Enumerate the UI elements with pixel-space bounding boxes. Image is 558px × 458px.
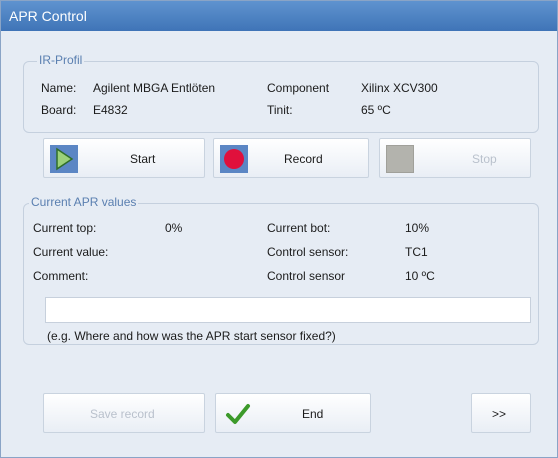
- apr-control-window: APR Control IR-Profil Name: Agilent MBGA…: [0, 0, 558, 458]
- record-button[interactable]: Record: [213, 138, 369, 178]
- control-sensor-value: TC1: [405, 245, 428, 259]
- comment-label: Comment:: [33, 269, 89, 283]
- save-record-button[interactable]: Save record: [43, 393, 205, 433]
- current-top-value: 0%: [165, 221, 183, 235]
- current-top-label: Current top:: [33, 221, 97, 235]
- gray-square-icon: [386, 145, 414, 173]
- name-label: Name:: [41, 81, 77, 95]
- red-circle-icon: [220, 145, 248, 173]
- end-button[interactable]: End: [215, 393, 371, 433]
- apr-values-group-label: Current APR values: [29, 195, 139, 209]
- save-record-button-label: Save record: [90, 407, 155, 421]
- start-button-label: Start: [130, 152, 156, 166]
- next-button-label: >>: [492, 407, 507, 421]
- name-value: Agilent MBGA Entlöten: [93, 81, 216, 95]
- ir-profile-group: [23, 61, 539, 133]
- checkmark-icon: [224, 400, 252, 428]
- tinit-value: 65 ºC: [361, 103, 391, 117]
- control-sensor-temp-value: 10 ºC: [405, 269, 435, 283]
- current-value-label: Current value:: [33, 245, 109, 259]
- control-sensor-label: Control sensor:: [267, 245, 349, 259]
- ir-profile-group-label: IR-Profil: [37, 53, 85, 67]
- stop-button-label: Stop: [472, 152, 497, 166]
- component-label: Component: [267, 81, 330, 95]
- control-sensor-temp-label: Control sensor: [267, 269, 346, 283]
- comment-hint: (e.g. Where and how was the APR start se…: [47, 329, 336, 343]
- stop-button[interactable]: Stop: [379, 138, 531, 178]
- board-label: Board:: [41, 103, 77, 117]
- next-button[interactable]: >>: [471, 393, 531, 433]
- current-bot-label: Current bot:: [267, 221, 331, 235]
- play-triangle-icon: [50, 145, 78, 173]
- record-button-label: Record: [284, 152, 323, 166]
- tinit-label: Tinit:: [267, 103, 293, 117]
- board-value: E4832: [93, 103, 128, 117]
- start-button[interactable]: Start: [43, 138, 205, 178]
- component-value: Xilinx XCV300: [361, 81, 438, 95]
- window-title: APR Control: [1, 1, 557, 31]
- end-button-label: End: [302, 407, 324, 421]
- current-bot-value: 10%: [405, 221, 430, 235]
- comment-input[interactable]: [45, 297, 531, 323]
